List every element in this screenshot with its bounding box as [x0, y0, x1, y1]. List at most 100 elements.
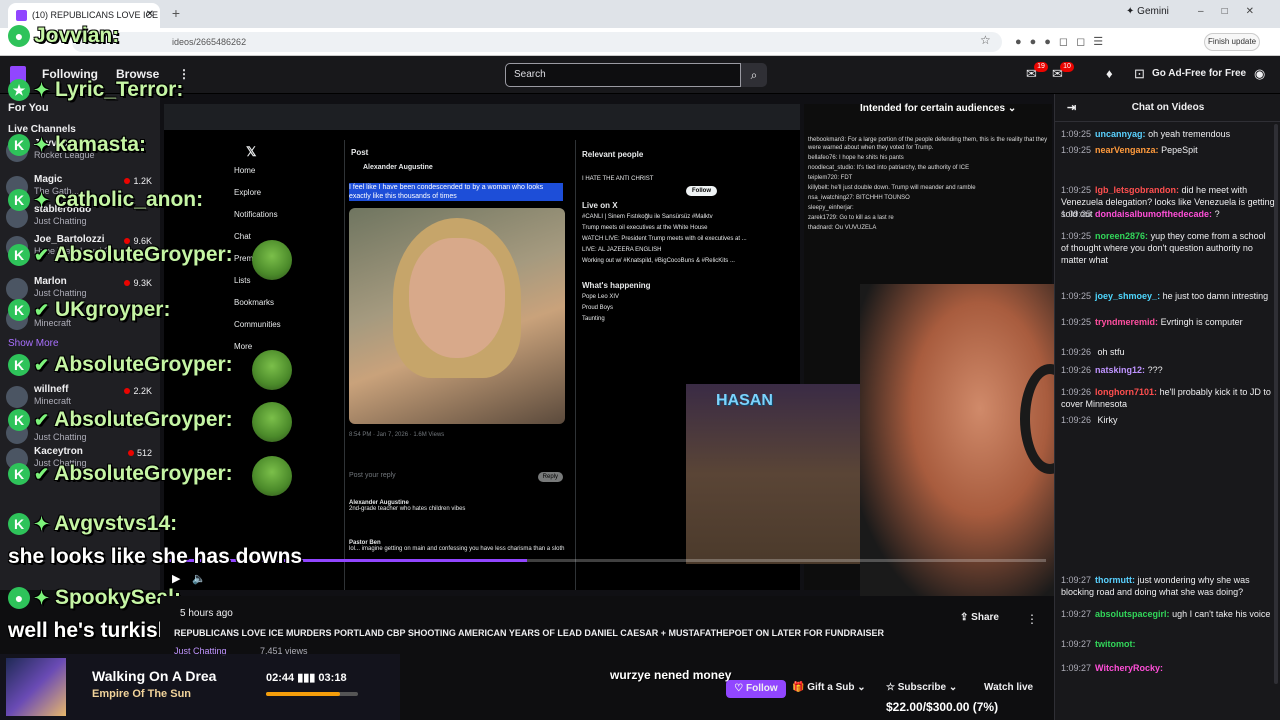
sidebar-channel[interactable]: willneff Minecraft 2.2K: [6, 384, 156, 410]
follow-button[interactable]: ♡ Follow: [726, 680, 786, 698]
overlay-message: K ✦ kamasta:: [8, 133, 146, 157]
audience-notice[interactable]: Intended for certain audiences ⌄: [860, 103, 1016, 114]
watch-live-button[interactable]: Watch live: [984, 682, 1033, 693]
x-nav-item: Lists: [234, 276, 251, 285]
chat-message: 1:09:27 thormutt: just wondering why she …: [1061, 574, 1275, 598]
reply-box: Post your reply Reply: [349, 472, 569, 490]
screen-chat-line: teiplem720: FDT: [808, 175, 853, 181]
extension-icons[interactable]: ●●●◻◻☰: [1015, 35, 1111, 48]
collapse-icon[interactable]: ⇥: [1067, 94, 1076, 122]
post-author: Alexander Augustine: [363, 164, 433, 171]
live-item: LIVE: AL JAZEERA ENGLISH: [582, 247, 662, 253]
song-progress-fill: [266, 692, 340, 696]
go-adfree-button[interactable]: Go Ad-Free for Free: [1152, 68, 1246, 79]
chat-header: ⇥ Chat on Videos: [1055, 94, 1280, 122]
chat-message: 1:09:27 twitomot:: [1061, 638, 1275, 650]
twitch-favicon-icon: [16, 10, 27, 21]
chat-username: longhorn7101:: [1095, 387, 1158, 397]
chat-username: absolutspacegirl:: [1095, 609, 1170, 619]
search-input[interactable]: Search: [505, 63, 741, 87]
screen-chat-line: zarek1729: Go to kill as a last re: [808, 215, 894, 221]
more-options-icon[interactable]: ⋮: [1026, 612, 1038, 626]
chat-title: Chat on Videos: [1131, 102, 1205, 113]
finish-update-button[interactable]: Finish update: [1204, 33, 1260, 51]
chat-message: 1:09:26 natsking12: ???: [1061, 364, 1275, 376]
video-player[interactable]: 𝕏 Home Explore Notifications Chat Premiu…: [160, 94, 1054, 596]
overlay-message: ● Jovvian:: [8, 24, 119, 48]
gemini-button[interactable]: ✦ Gemini: [1126, 6, 1169, 17]
post-stats: 8:54 PM · Jan 7, 2026 · 1.6M Views: [349, 432, 445, 438]
prime-icon[interactable]: ♦: [1106, 66, 1113, 81]
show-more-link[interactable]: Show More: [8, 338, 59, 349]
chat-timestamp: 1:09:25: [1061, 129, 1092, 139]
channel-game: Minecraft: [34, 396, 72, 406]
chat-username: uncannyag:: [1095, 129, 1146, 139]
song-time: 02:44 ▮▮▮ 03:18: [266, 672, 347, 684]
album-art: [6, 658, 66, 716]
comment: Pastor Ben lol... imagine getting on main…: [349, 540, 565, 552]
url-field[interactable]: ideos/2665486262: [72, 32, 1002, 52]
viewer-count: 2.2K: [124, 386, 152, 396]
live-on-x-heading: Live on X: [582, 201, 618, 210]
adfree-icon[interactable]: ⊡: [1134, 66, 1145, 82]
overlay-message-text: well he's turkish: [8, 619, 171, 642]
share-button[interactable]: ⇪ Share: [960, 612, 999, 623]
search-icon[interactable]: ⌕: [741, 63, 767, 87]
overlay-message: K ✔ AbsoluteGroyper:: [8, 408, 233, 432]
overlay-message: K ✔ AbsoluteGroyper:: [8, 353, 233, 377]
screen-chat-line: thebookman3: For a large portion of the …: [808, 137, 1048, 151]
chat-username: lgb_letsgobrandon:: [1095, 185, 1180, 195]
chat-scrollbar[interactable]: [1274, 124, 1278, 684]
avatar: [6, 278, 28, 300]
subscribe-button[interactable]: ☆ Subscribe ⌄: [886, 682, 957, 693]
comment: Alexander Augustine 2nd-grade teacher who…: [349, 500, 466, 512]
whats-happening-heading: What's happening: [582, 281, 651, 290]
photo-face: [409, 238, 505, 358]
chat-username: nearVenganza:: [1095, 145, 1159, 155]
chat-timestamp: 1:09:25: [1061, 145, 1092, 155]
gift-sub-button[interactable]: 🎁 Gift a Sub ⌄: [792, 682, 866, 693]
close-tab-icon[interactable]: ✕: [146, 9, 154, 20]
overlay-message-text: she looks like she has downs: [8, 545, 303, 568]
song-progress: [266, 692, 358, 696]
bookmark-star-icon[interactable]: ☆: [980, 33, 991, 47]
screen-chat-line: killybelt: he'll just double down. Trump…: [808, 185, 976, 191]
avatar[interactable]: ◉: [1254, 66, 1265, 82]
browser-tab-bar: (10) REPUBLICANS LOVE ICE ✕ + ✦ Gemini –…: [0, 0, 1280, 28]
trend: Proud Boys: [582, 305, 614, 311]
chat-timestamp: 1:09:27: [1061, 663, 1092, 673]
pepe-emote: [252, 350, 292, 390]
x-post: Post Alexander Augustine I feel like I h…: [344, 140, 576, 590]
chat-text: oh yeah tremendous: [1148, 129, 1231, 139]
chat-timestamp: 1:09:26: [1061, 387, 1092, 397]
overlay-message: K ✔ UKgroyper:: [8, 298, 170, 322]
play-icon[interactable]: ▶: [172, 572, 180, 585]
channel-game: Just Chatting: [34, 288, 87, 298]
new-tab-button[interactable]: +: [168, 5, 184, 21]
chat-username: natsking12:: [1095, 365, 1146, 375]
channel-game: Just Chatting: [34, 216, 87, 226]
chat-text: ???: [1147, 365, 1163, 375]
relevant-people-heading: Relevant people: [582, 150, 644, 159]
channel-name: Marlon: [34, 276, 67, 287]
trend: Pope Leo XIV: [582, 294, 620, 300]
volume-icon[interactable]: 🔈: [192, 572, 206, 585]
chat-timestamp: 1:09:27: [1061, 575, 1092, 585]
chat-timestamp: 1:09:26: [1061, 365, 1092, 375]
channel-name: willneff: [34, 384, 69, 395]
chat-text: yup they come from a school of thought w…: [1061, 231, 1266, 265]
song-artist: Empire Of The Sun: [92, 688, 192, 700]
live-item: Trump meets oil executives at the White …: [582, 225, 708, 231]
pepe-emote: [252, 402, 292, 442]
chat-message: 1:09:26 oh stfu: [1061, 346, 1275, 358]
chat-text: he just too damn intresting: [1162, 291, 1269, 301]
viewer-count: 9.3K: [124, 278, 152, 288]
x-follow-button: Follow: [686, 186, 717, 196]
post-photo: [349, 208, 565, 424]
overlay-message: K ✦ catholic_anon:: [8, 188, 203, 212]
screen-chat-line: nsa_iwatching27: BITCHHH TOUNSO: [808, 195, 910, 201]
chat-username: WitcheryRocky:: [1095, 663, 1163, 673]
chat-username: dondaisalbumofthedecade:: [1095, 209, 1213, 219]
chat-message: 1:09:25 nearVenganza: PepeSpit: [1061, 144, 1275, 156]
window-controls[interactable]: –□✕: [1198, 6, 1272, 17]
